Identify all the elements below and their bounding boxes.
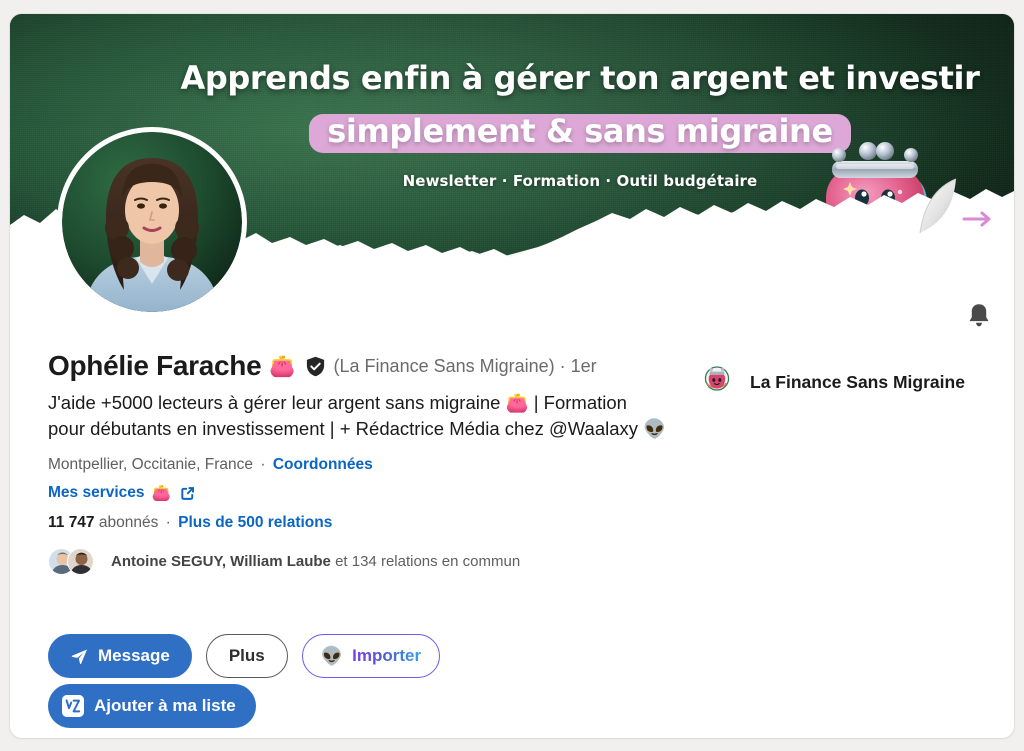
avatar-portrait	[62, 132, 242, 312]
alien-emoji-icon: 👽	[320, 646, 344, 666]
cover-headline-highlight: simplement & sans migraine	[309, 114, 851, 153]
send-icon	[71, 649, 88, 664]
location-text: Montpellier, Occitanie, France	[48, 455, 254, 473]
location-row: Montpellier, Occitanie, France · Coordon…	[48, 456, 678, 474]
profile-card: Apprends enfin à gérer ton argent et inv…	[10, 14, 1014, 738]
company-parenthetical: (La Finance Sans Migraine)	[333, 356, 555, 376]
contact-info-link[interactable]: Coordonnées	[273, 456, 373, 473]
mutual-names: Antoine SEGUY, William Laube	[111, 552, 331, 570]
message-button-label: Message	[98, 646, 170, 665]
profile-info: Ophélie Farache 👛 (La Finance Sans Migra…	[48, 352, 678, 575]
add-to-list-label: Ajouter à ma liste	[94, 696, 236, 715]
verified-shield-icon	[306, 356, 324, 376]
followers-row: 11 747 abonnés · Plus de 500 relations	[48, 514, 678, 532]
page-root: Apprends enfin à gérer ton argent et inv…	[0, 0, 1024, 751]
external-link-icon[interactable]	[178, 484, 197, 503]
waalaxy-logo-icon	[62, 695, 84, 717]
import-button[interactable]: 👽 Importer	[301, 634, 441, 678]
mutual-avatar-2	[67, 547, 94, 575]
action-buttons-row: Message Plus 👽 Importer	[48, 634, 441, 678]
coin-purse-icon	[826, 142, 927, 250]
mutual-connections-row[interactable]: Antoine SEGUY, William Laube et 134 rela…	[48, 547, 678, 575]
location-separator: ·	[260, 455, 266, 473]
bell-icon[interactable]	[964, 300, 994, 332]
followers-count: 11 747	[48, 513, 95, 531]
company-logo-icon	[698, 363, 736, 401]
add-to-list-button[interactable]: Ajouter à ma liste	[48, 684, 256, 728]
page-title: Ophélie Farache	[48, 350, 262, 381]
services-row[interactable]: Mes services 👛	[48, 484, 678, 503]
mutual-avatars	[48, 547, 100, 575]
mutual-text: Antoine SEGUY, William Laube et 134 rela…	[111, 553, 520, 570]
connections-link[interactable]: Plus de 500 relations	[178, 514, 332, 531]
current-company-chip[interactable]: La Finance Sans Migraine	[698, 363, 965, 401]
services-purse-emoji-icon: 👛	[151, 484, 171, 502]
connection-degree: · 1er	[559, 356, 597, 376]
company-name: La Finance Sans Migraine	[750, 371, 965, 392]
more-button-label: Plus	[228, 646, 265, 665]
cover-headline-line1: Apprends enfin à gérer ton argent et inv…	[180, 59, 980, 97]
purse-emoji-icon: 👛	[269, 354, 296, 378]
followers-label: abonnés	[98, 513, 159, 531]
my-services-link[interactable]: Mes services	[48, 484, 145, 502]
message-button[interactable]: Message	[48, 634, 192, 678]
import-button-label: Importer	[352, 646, 422, 665]
more-button[interactable]: Plus	[205, 634, 288, 678]
followers-separator: ·	[165, 513, 171, 531]
profile-headline: J'aide +5000 lecteurs à gérer leur argen…	[48, 392, 667, 440]
name-row: Ophélie Farache 👛 (La Finance Sans Migra…	[48, 352, 678, 380]
secondary-action-row: Ajouter à ma liste	[48, 684, 256, 728]
mutual-rest: et 134 relations en commun	[330, 552, 521, 570]
profile-avatar[interactable]	[57, 127, 247, 317]
avatar-image	[62, 132, 242, 312]
